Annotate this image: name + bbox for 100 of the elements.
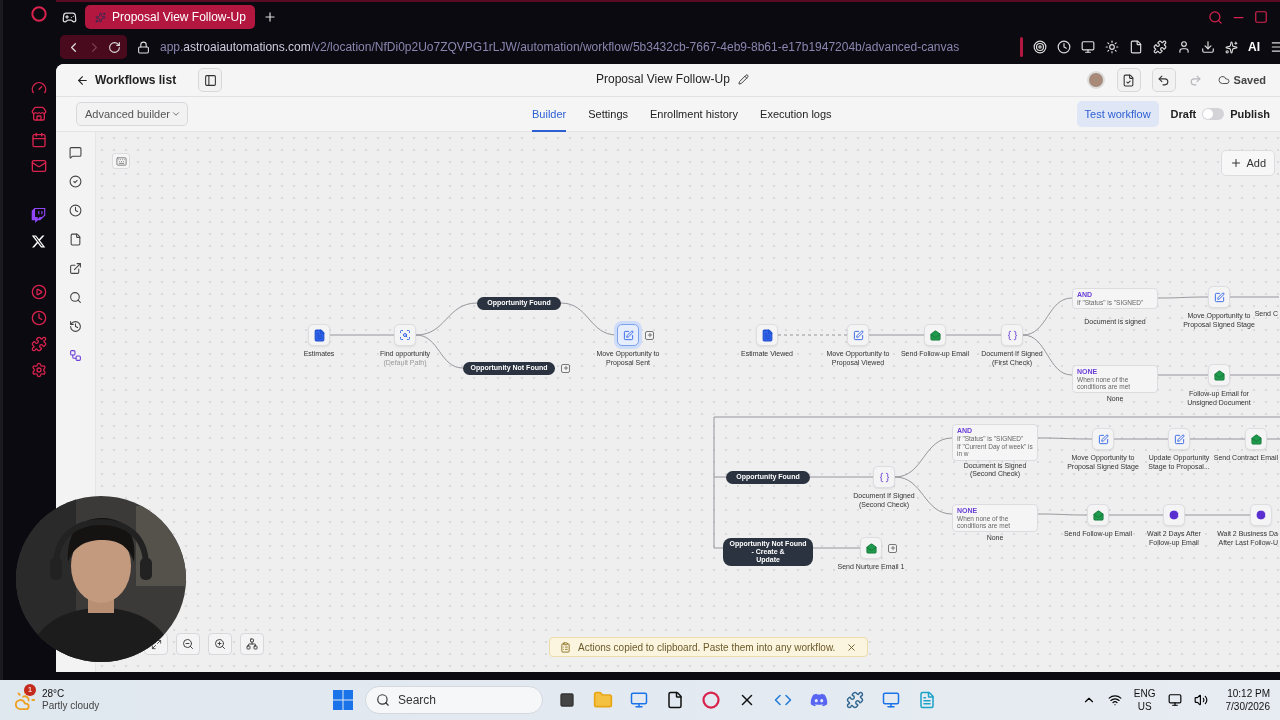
mail-icon [865,542,877,554]
edit-icon [1097,433,1109,445]
add-step-button[interactable] [561,363,570,373]
history-icon[interactable] [69,320,82,333]
keyboard-button[interactable] [112,153,130,169]
cloud-icon [1217,74,1230,86]
test-workflow-button[interactable]: Test workflow [1076,101,1159,127]
mail-icon[interactable] [30,158,47,174]
undo-icon [1157,73,1171,87]
file-icon[interactable] [69,233,82,246]
history-icon[interactable] [30,310,47,326]
user-icon[interactable] [1177,40,1191,54]
sparkle-icon[interactable] [1225,40,1238,54]
target-icon[interactable] [1033,40,1047,54]
zoom-out-icon [182,638,194,650]
weather-text: Partly cloudy [42,700,100,713]
back-link[interactable]: Workflows list [76,73,177,87]
auto-layout-button[interactable] [240,633,264,655]
chevron-down-icon [171,109,181,119]
mail-icon [1092,509,1104,521]
play-icon[interactable] [30,284,47,300]
clipboard-icon [560,641,571,653]
volume-icon[interactable] [1193,693,1208,707]
connector-line [945,334,1002,336]
document-icon [312,328,326,342]
sidebar-toggle-button[interactable] [198,68,223,92]
edit-icon [622,329,634,341]
add-button[interactable]: Add [1221,150,1275,176]
external-link-icon[interactable] [69,262,82,275]
ai-button[interactable]: AI [1248,40,1260,54]
tab[interactable]: Settings [588,97,628,132]
extensions-icon[interactable] [30,336,47,352]
notes-button[interactable] [1116,68,1141,92]
workflow-icon[interactable] [69,349,82,362]
maximize-icon[interactable] [1254,10,1268,24]
zoom-in-button[interactable] [208,633,232,655]
language-indicator[interactable]: ENG US [1133,687,1156,713]
address-field[interactable]: app.astroaiautomations.com/v2/location/NfDi0p2Uo7ZQVPG1rLJW/automation/workflow/5b3432cb-7667-4eb9-8b61-e17b1947204b/advanced-canvas [160,40,1010,54]
gamepad-icon[interactable] [62,9,77,25]
calendar-icon[interactable] [30,132,47,148]
close-icon [846,641,858,653]
braces-icon [1006,329,1018,341]
keyboard-icon [115,155,127,167]
browser-tab[interactable]: Proposal View Follow-Up [85,5,255,29]
edit-icon [1213,291,1225,303]
draft-label: Draft [1170,108,1197,120]
clock-icon [1168,509,1180,521]
workflow-node[interactable] [617,324,639,346]
browser-app-icon[interactable] [699,688,723,712]
start-icon[interactable] [333,690,353,710]
panel-icon [203,73,217,87]
add-step-button[interactable] [888,543,897,553]
publish-label: Publish [1230,108,1270,120]
mail-icon [929,329,941,341]
zoom-out-button[interactable] [176,633,200,655]
network-icon[interactable] [1107,693,1122,707]
speed-dial-icon[interactable] [30,80,47,96]
connector-line [777,334,848,336]
document-check-icon [1122,73,1136,87]
clock-icon[interactable] [69,204,82,217]
sun-icon[interactable] [1105,40,1119,54]
menu-icon[interactable] [1270,40,1280,54]
plus-icon [646,332,653,338]
builder-select[interactable]: Advanced builder [76,102,188,126]
taskbar-search-field[interactable]: Search [365,686,543,714]
tab[interactable]: Enrollment history [650,97,739,132]
check-icon[interactable] [69,175,82,188]
browser-logo-icon[interactable] [30,6,47,22]
publish-toggle[interactable] [1202,108,1225,120]
tab-favicon [95,11,106,23]
document-icon[interactable] [1129,40,1143,54]
store-icon[interactable] [30,106,47,122]
search-icon[interactable] [1208,9,1223,25]
connector-line [1157,296,1209,299]
connector-line [1229,374,1280,376]
edit-icon [1173,433,1185,445]
stream-icon[interactable] [30,208,47,224]
close-button[interactable] [846,641,858,653]
puzzle-icon[interactable] [1153,40,1167,54]
edit-icon [852,329,864,341]
display-icon[interactable] [1167,693,1182,707]
x-logo-icon[interactable] [30,234,47,250]
settings-icon[interactable] [30,362,47,378]
new-tab-icon[interactable] [263,10,277,24]
connector-line [329,334,395,336]
reload-icon[interactable] [108,40,121,54]
toast-message: Actions copied to clipboard. Paste them into any workflow. [578,641,836,653]
save-status: Saved [1233,74,1266,86]
edit-icon[interactable] [737,73,749,85]
braces-icon [878,471,890,483]
search-icon [376,693,390,707]
connector-line [868,334,925,336]
arrow-left-icon [76,73,89,87]
search-icon[interactable] [69,291,82,304]
add-step-button[interactable] [645,330,654,340]
comment-icon[interactable] [69,146,82,159]
clock[interactable]: 10:12 PM 7/30/2026 [1225,687,1270,713]
tab[interactable]: Execution logs [760,97,832,132]
undo-button[interactable] [1151,68,1176,92]
download-icon[interactable] [1201,40,1215,54]
